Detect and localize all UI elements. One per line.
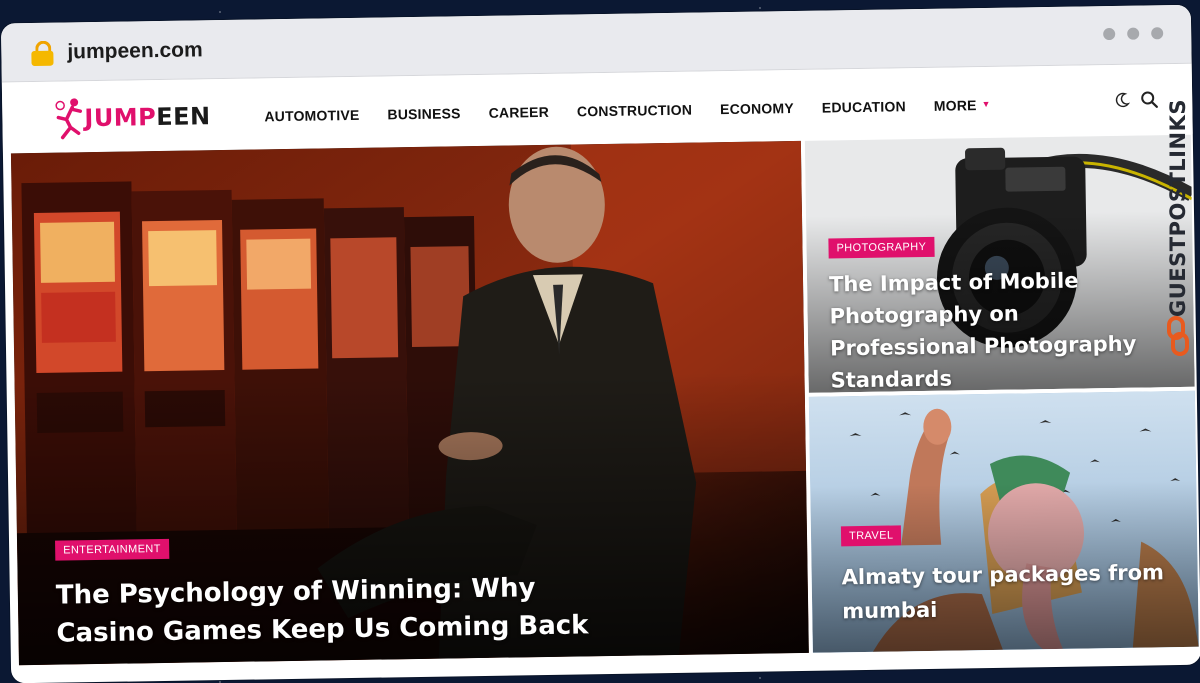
- nav-item-career[interactable]: CAREER: [488, 104, 549, 121]
- window-dot-icon[interactable]: [1151, 27, 1164, 40]
- nav-item-label: CAREER: [488, 103, 550, 121]
- featured-card-main[interactable]: ENTERTAINMENT The Psychology of Winning:…: [10, 140, 809, 666]
- browser-window: jumpeen.com JUMPEEN AUTOMOTIVE BUSINESS …: [0, 4, 1200, 683]
- featured-bottom-right-title[interactable]: Almaty tour packages from mumbai: [841, 555, 1172, 628]
- featured-card-bottom-right[interactable]: TRAVEL Almaty tour packages from mumbai: [808, 390, 1199, 653]
- window-controls: [1103, 27, 1164, 41]
- search-icon[interactable]: [1140, 90, 1158, 108]
- featured-card-top-right[interactable]: PHOTOGRAPHY The Impact of Mobile Photogr…: [804, 134, 1195, 393]
- nav-item-label: ECONOMY: [719, 100, 794, 118]
- site-logo[interactable]: JUMPEEN: [52, 95, 211, 140]
- window-dot-icon[interactable]: [1103, 27, 1116, 41]
- category-badge[interactable]: ENTERTAINMENT: [55, 538, 170, 561]
- nav-item-construction[interactable]: CONSTRUCTION: [577, 102, 692, 120]
- nav-item-label: AUTOMOTIVE: [264, 106, 360, 125]
- logo-text-rest: EEN: [156, 102, 211, 132]
- chevron-down-icon: ▼: [981, 98, 991, 110]
- nav-item-automotive[interactable]: AUTOMOTIVE: [264, 107, 359, 124]
- window-dot-icon[interactable]: [1127, 27, 1140, 40]
- nav-item-education[interactable]: EDUCATION: [822, 98, 906, 115]
- nav-item-label: BUSINESS: [387, 105, 461, 123]
- logo-text: JUMPEEN: [84, 102, 211, 132]
- nav-item-label: EDUCATION: [821, 98, 906, 116]
- logo-text-accent: JUMP: [84, 103, 157, 133]
- category-badge[interactable]: TRAVEL: [840, 525, 902, 547]
- nav-item-business[interactable]: BUSINESS: [387, 105, 460, 122]
- nav-item-more[interactable]: MORE ▼: [934, 97, 991, 114]
- featured-main-title[interactable]: The Psychology of Winning: Why Casino Ga…: [56, 568, 617, 653]
- chain-link-icon: [1167, 316, 1189, 356]
- nav-item-label: CONSTRUCTION: [576, 101, 693, 120]
- main-nav: AUTOMOTIVE BUSINESS CAREER CONSTRUCTION …: [264, 97, 991, 124]
- nav-item-label: MORE: [933, 97, 977, 114]
- jumping-figure-icon: [55, 98, 83, 140]
- featured-top-right-title[interactable]: The Impact of Mobile Photography on Prof…: [829, 263, 1171, 393]
- address-bar-url[interactable]: jumpeen.com: [67, 38, 203, 64]
- lock-icon: [31, 40, 54, 66]
- category-badge[interactable]: PHOTOGRAPHY: [828, 236, 935, 259]
- moon-icon[interactable]: [1114, 92, 1131, 108]
- nav-item-economy[interactable]: ECONOMY: [720, 100, 794, 117]
- watermark-text: GUESTPOSTLINKS: [1166, 99, 1190, 317]
- featured-grid: ENTERTAINMENT The Psychology of Winning:…: [10, 134, 1199, 673]
- guestpostlinks-watermark: GUESTPOSTLINKS: [1158, 58, 1198, 358]
